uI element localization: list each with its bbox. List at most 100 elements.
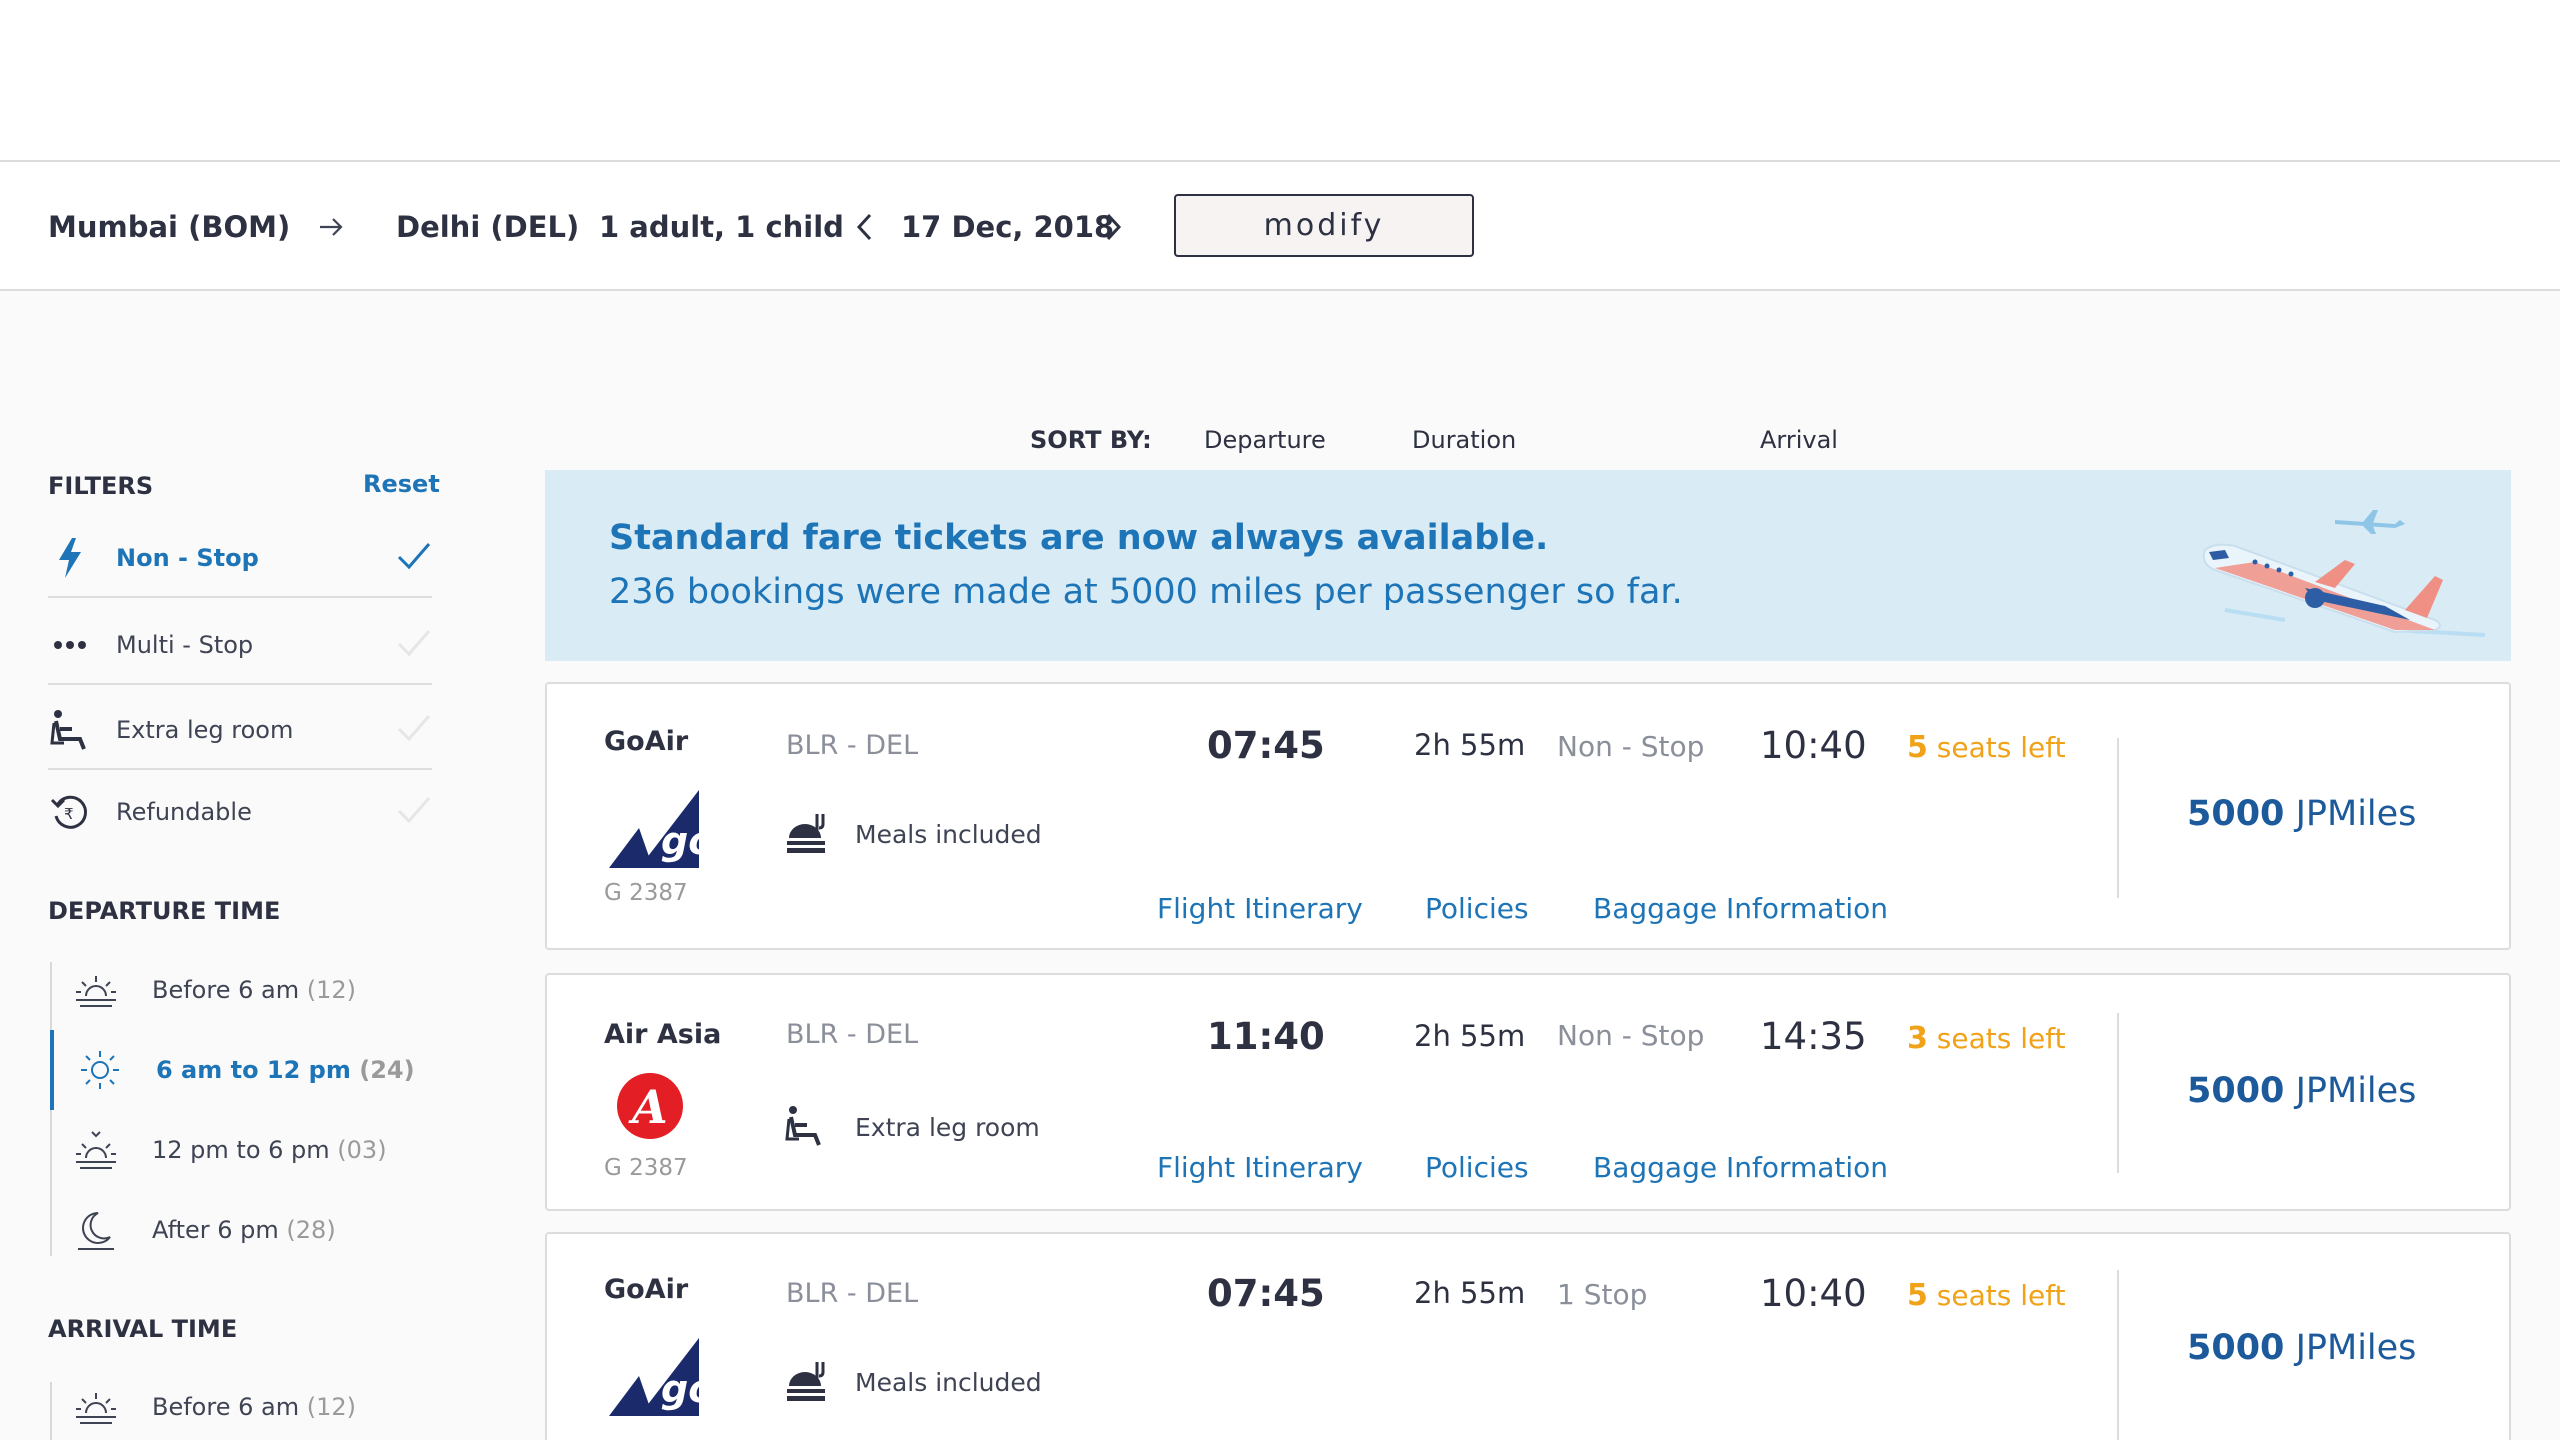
time-label: 12 pm to 6 pm [152,1136,330,1164]
seats-text: seats left [1936,1022,2066,1055]
seat-icon [785,1105,825,1151]
reset-filters-link[interactable]: Reset [363,470,440,498]
svg-text:go: go [661,1367,699,1411]
filter-label: Multi - Stop [116,631,254,659]
seats-count: 5 [1907,730,1928,765]
seats-left: 5 seats left [1907,730,2066,765]
duration: 2h 55m [1414,728,1526,762]
filters-heading: FILTERS [48,472,154,500]
departure-12pm-6pm[interactable]: 12 pm to 6 pm (03) [52,1110,432,1190]
sort-duration[interactable]: Duration [1412,420,1516,460]
meal-icon [785,1360,831,1408]
check-icon [396,627,432,663]
divider [2117,1270,2119,1440]
airline-name: Air Asia [604,1019,722,1050]
seats-count: 5 [1907,1278,1928,1313]
price-unit: JPMiles [2295,794,2417,834]
airasia-logo-icon: A [615,1071,685,1145]
airline-name: GoAir [604,726,689,757]
svg-text:go: go [661,819,699,863]
price-unit: JPMiles [2295,1328,2417,1368]
amenity-label: Extra leg room [855,1113,1040,1142]
flight-code: G 2387 [604,880,688,906]
svg-text:A: A [628,1080,668,1134]
moon-icon [72,1208,120,1252]
departure-time: 07:45 [1207,1272,1325,1315]
refund-icon: ₹ [48,790,92,834]
passenger-count[interactable]: 1 adult, 1 child [599,162,844,293]
policies-link[interactable]: Policies [1425,892,1529,925]
sunset-icon [72,1128,120,1172]
departure-time-heading: DEPARTURE TIME [48,897,281,925]
price-amount: 5000 [2187,1328,2285,1368]
origin-city[interactable]: Mumbai (BOM) [48,162,290,293]
departure-after-6pm[interactable]: After 6 pm (28) [52,1190,432,1270]
arrival-time: 10:40 [1760,1272,1867,1315]
check-icon [396,540,432,576]
filter-label: Extra leg room [116,716,294,744]
seats-left: 5 seats left [1907,1278,2066,1313]
seats-text: seats left [1936,731,2066,764]
dots-icon [48,623,92,667]
sort-arrival[interactable]: Arrival [1760,420,1838,460]
time-label: Before 6 am [152,976,300,1004]
time-count: (12) [306,1393,356,1421]
arrival-time: 14:35 [1760,1015,1867,1058]
sort-departure[interactable]: Departure [1204,420,1326,460]
baggage-info-link[interactable]: Baggage Information [1593,892,1888,925]
destination-city[interactable]: Delhi (DEL) [396,162,579,293]
time-label: Before 6 am [152,1393,300,1421]
filter-refundable[interactable]: ₹ Refundable [48,772,432,852]
sunrise-icon [72,1385,120,1429]
divider [2117,1013,2119,1173]
departure-before-6am[interactable]: Before 6 am (12) [52,950,432,1030]
departure-time: 11:40 [1207,1015,1325,1058]
airplane-illustration [2195,480,2495,664]
seats-left: 3 seats left [1907,1021,2066,1056]
duration: 2h 55m [1414,1019,1526,1053]
price[interactable]: 5000 JPMiles [2187,794,2416,834]
price-amount: 5000 [2187,794,2285,834]
travel-date[interactable]: 17 Dec, 2018 [901,162,1114,293]
chevron-right-icon[interactable] [1102,211,1124,243]
price[interactable]: 5000 JPMiles [2187,1328,2416,1368]
price[interactable]: 5000 JPMiles [2187,1071,2416,1111]
divider [2117,738,2119,898]
price-unit: JPMiles [2295,1071,2417,1111]
flight-itinerary-link[interactable]: Flight Itinerary [1157,892,1363,925]
flight-card: GoAir go G 2387 BLR - DEL Meals included… [545,682,2511,950]
filter-label: Refundable [116,798,252,826]
route: BLR - DEL [786,730,919,761]
promo-banner: Standard fare tickets are now always ava… [545,470,2511,661]
seats-count: 3 [1907,1021,1928,1056]
baggage-info-link[interactable]: Baggage Information [1593,1151,1888,1184]
policies-link[interactable]: Policies [1425,1151,1529,1184]
modify-button[interactable]: modify [1174,194,1474,257]
meal-icon [785,812,831,860]
arrival-time: 10:40 [1760,724,1867,767]
route: BLR - DEL [786,1278,919,1309]
time-label: After 6 pm [152,1216,279,1244]
banner-subline: 236 bookings were made at 5000 miles per… [609,572,1683,612]
chevron-left-icon[interactable] [854,211,876,243]
filter-multi-stop[interactable]: Multi - Stop [48,605,432,685]
time-count: (24) [359,1056,415,1084]
filter-non-stop[interactable]: Non - Stop [48,518,432,598]
filter-extra-leg-room[interactable]: Extra leg room [48,690,432,770]
time-label: 6 am to 12 pm [156,1056,351,1084]
seat-icon [48,708,92,752]
amenity-label: Meals included [855,820,1042,849]
svg-text:₹: ₹ [64,805,74,823]
price-amount: 5000 [2187,1071,2285,1111]
stops: Non - Stop [1557,1019,1705,1052]
arrow-right-icon [316,212,346,242]
airline-name: GoAir [604,1274,689,1305]
departure-time: 07:45 [1207,724,1325,767]
sun-icon [76,1048,124,1092]
goair-logo-icon: go [609,1338,714,1420]
goair-logo-icon: go [609,790,714,872]
departure-6am-12pm[interactable]: 6 am to 12 pm (24) [50,1030,430,1110]
flight-itinerary-link[interactable]: Flight Itinerary [1157,1151,1363,1184]
amenity-label: Meals included [855,1368,1042,1397]
arrival-before-6am[interactable]: Before 6 am (12) [52,1367,432,1440]
